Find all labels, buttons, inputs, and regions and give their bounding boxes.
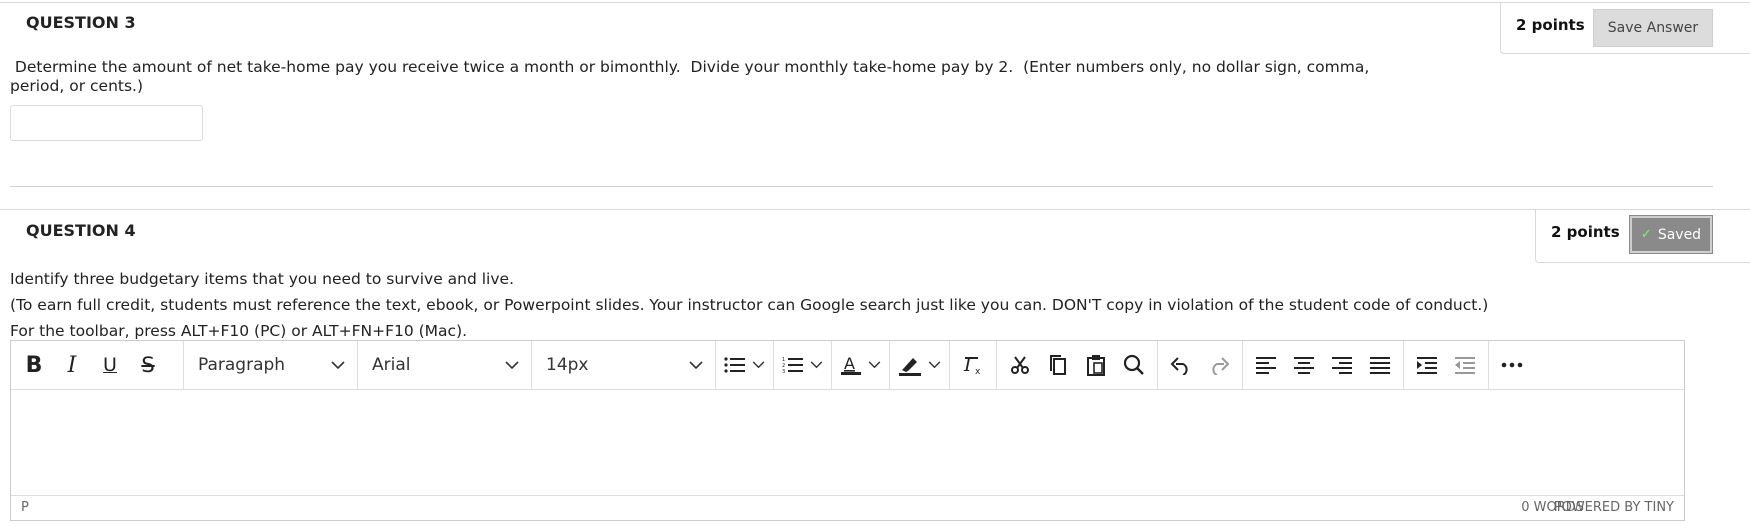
answer-input[interactable] (10, 105, 203, 141)
indent-icon[interactable] (1408, 347, 1446, 383)
numbered-list-group: 123 (774, 341, 832, 389)
italic-icon[interactable]: I (53, 347, 91, 383)
align-right-icon[interactable] (1323, 347, 1361, 383)
history-group (1158, 341, 1243, 389)
list-group (716, 341, 774, 389)
saved-button[interactable]: ✓ Saved (1629, 215, 1713, 254)
numbered-list-button[interactable]: 123 (776, 347, 829, 383)
saved-label: Saved (1657, 226, 1702, 243)
bullet-list-icon (724, 356, 746, 374)
question-3-points: 2 points (1516, 16, 1585, 34)
chevron-down-icon[interactable] (810, 361, 823, 369)
editor-toolbar: B I U S Paragraph Arial 14px 1 2 3 A I x (11, 341, 1684, 390)
question-4-text: Identify three budgetary items that you … (10, 266, 1488, 344)
bold-icon[interactable]: B (15, 347, 53, 383)
format-group: B I U S (11, 341, 184, 389)
align-center-icon[interactable] (1285, 347, 1323, 383)
chevron-down-icon[interactable] (868, 361, 881, 369)
strikethrough-icon[interactable]: S (129, 347, 167, 383)
justify-icon[interactable] (1361, 347, 1399, 383)
question-4-title: QUESTION 4 (26, 221, 136, 240)
font-size-select[interactable]: 14px (532, 341, 716, 389)
clipboard-group (997, 341, 1158, 389)
check-icon: ✓ (1640, 227, 1652, 242)
element-path[interactable]: P (21, 500, 29, 515)
chevron-down-icon (331, 360, 345, 370)
block-format-select[interactable]: Paragraph (184, 341, 358, 389)
question-3-title: QUESTION 3 (26, 13, 136, 32)
question-4-points: 2 points (1551, 223, 1620, 241)
more-icon[interactable] (1493, 347, 1531, 383)
question-4-text-line1: Identify three budgetary items that you … (10, 270, 514, 288)
indent-group (1404, 341, 1489, 389)
rich-text-editor: B I U S Paragraph Arial 14px 1 2 3 A I x… (10, 340, 1685, 521)
highlight-icon (898, 354, 922, 376)
cut-icon[interactable] (1001, 347, 1039, 383)
align-left-icon[interactable] (1247, 347, 1285, 383)
chevron-down-icon (505, 360, 519, 370)
text-color-group: A (832, 341, 890, 389)
underline-icon[interactable]: U (91, 347, 129, 383)
question-3-block: QUESTION 3 2 points Save Answer Determin… (0, 2, 1750, 188)
chevron-down-icon (689, 360, 703, 370)
powered-by-link[interactable]: POWERED BY TINY (1554, 500, 1674, 515)
chevron-down-icon[interactable] (928, 361, 941, 369)
copy-icon[interactable] (1039, 347, 1077, 383)
highlight-group (890, 341, 950, 389)
chevron-down-icon[interactable] (752, 361, 765, 369)
search-icon[interactable] (1115, 347, 1153, 383)
question-3-text-line1: Determine the amount of net take-home pa… (10, 58, 1370, 76)
editor-statusbar: P 0 WORDS POWERED BY TINY (11, 495, 1684, 520)
question-3-points-box: 2 points Save Answer (1500, 3, 1750, 54)
undo-icon[interactable] (1162, 347, 1200, 383)
question-divider (10, 186, 1713, 187)
more-group (1489, 341, 1535, 389)
redo-icon[interactable] (1200, 347, 1238, 383)
outdent-icon[interactable] (1446, 347, 1484, 383)
clear-format-group: Ix (950, 341, 997, 389)
text-color-button[interactable]: A (834, 347, 887, 383)
alignment-group (1243, 341, 1404, 389)
font-size-value: 14px (546, 355, 589, 375)
question-4-text-line2: (To earn full credit, students must refe… (10, 296, 1489, 314)
bullet-list-button[interactable] (718, 347, 771, 383)
font-family-value: Arial (372, 355, 411, 375)
svg-text:3: 3 (782, 369, 785, 374)
clear-formatting-icon[interactable]: Ix (954, 347, 992, 383)
highlight-button[interactable] (892, 347, 947, 383)
question-3-text: Determine the amount of net take-home pa… (10, 58, 1369, 96)
save-answer-button[interactable]: Save Answer (1593, 9, 1713, 47)
numbered-list-icon: 123 (782, 356, 804, 374)
editor-content-area[interactable] (11, 389, 1684, 497)
svg-text:x: x (975, 367, 981, 376)
block-format-value: Paragraph (198, 355, 286, 375)
svg-text:A: A (844, 354, 855, 373)
text-color-icon: A (840, 354, 862, 376)
font-family-select[interactable]: Arial (358, 341, 532, 389)
question-3-text-line2: period, or cents.) (10, 77, 144, 95)
question-4-points-box: 2 points ✓ Saved (1535, 210, 1750, 263)
paste-icon[interactable] (1077, 347, 1115, 383)
